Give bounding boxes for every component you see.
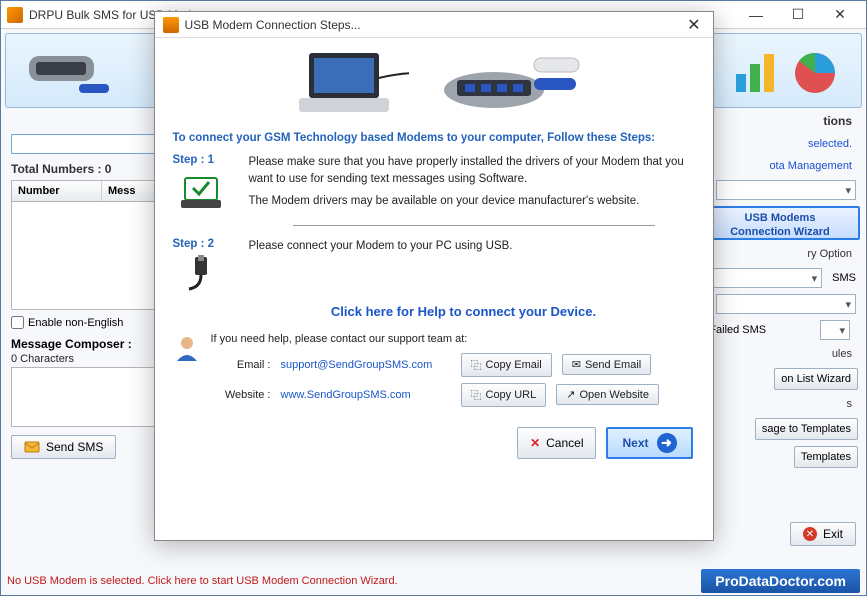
usb-wizard-button[interactable]: USB Modems Connection Wizard bbox=[700, 206, 860, 240]
email-value[interactable]: support@SendGroupSMS.com bbox=[281, 359, 451, 371]
send-sms-label: Send SMS bbox=[46, 440, 103, 454]
rules-label: ules bbox=[694, 346, 862, 362]
external-icon: ↗ bbox=[566, 388, 575, 401]
email-key: Email : bbox=[211, 359, 271, 371]
failed-dropdown[interactable] bbox=[820, 320, 850, 340]
close-button[interactable]: ✕ bbox=[828, 5, 852, 25]
website-key: Website : bbox=[211, 389, 271, 401]
templates-header: s bbox=[694, 396, 862, 412]
step2-label: Step : 2 bbox=[173, 238, 235, 250]
exit-label: Exit bbox=[823, 527, 843, 541]
support-avatar-icon bbox=[173, 333, 201, 361]
minimize-button[interactable]: — bbox=[744, 5, 768, 25]
step1-text-a: Please make sure that you have properly … bbox=[249, 154, 695, 187]
envelope-icon bbox=[24, 440, 40, 454]
support-intro: If you need help, please contact our sup… bbox=[211, 333, 695, 345]
enable-non-english-label: Enable non-English bbox=[28, 317, 123, 329]
delivery-dropdown-2[interactable] bbox=[716, 294, 856, 314]
copy-url-button[interactable]: ⿻Copy URL bbox=[461, 383, 547, 407]
connection-dialog: USB Modem Connection Steps... ✕ To conne… bbox=[154, 11, 714, 541]
copy-icon: ⿻ bbox=[471, 357, 482, 373]
delivery-dropdown[interactable] bbox=[712, 268, 822, 288]
delivery-label: ry Option bbox=[694, 246, 862, 262]
dialog-intro: To connect your GSM Technology based Mod… bbox=[173, 132, 695, 144]
step1-label: Step : 1 bbox=[173, 154, 235, 166]
next-button[interactable]: Next ➜ bbox=[606, 427, 692, 459]
options-title: tions bbox=[694, 112, 862, 130]
footer-warning[interactable]: No USB Modem is selected. Click here to … bbox=[7, 575, 701, 587]
laptop-icon bbox=[279, 43, 409, 123]
copy-email-button[interactable]: ⿻Copy Email bbox=[461, 353, 552, 377]
dialog-close-button[interactable]: ✕ bbox=[683, 15, 704, 35]
dialog-hero bbox=[155, 38, 713, 128]
usb-cable-icon bbox=[181, 255, 221, 293]
pie-chart-icon bbox=[788, 46, 843, 96]
dialog-title: USB Modem Connection Steps... bbox=[185, 18, 684, 32]
cancel-button[interactable]: ✕ Cancel bbox=[517, 427, 596, 459]
templates-button[interactable]: Templates bbox=[794, 446, 858, 468]
send-sms-button[interactable]: Send SMS bbox=[11, 435, 116, 459]
cancel-x-icon: ✕ bbox=[530, 436, 540, 450]
exit-icon: ✕ bbox=[803, 527, 817, 541]
maximize-button[interactable]: ☐ bbox=[786, 5, 810, 25]
laptop-check-icon bbox=[177, 174, 225, 214]
col-number: Number bbox=[12, 181, 102, 201]
send-email-button[interactable]: ✉Send Email bbox=[562, 354, 651, 375]
list-wizard-button[interactable]: on List Wizard bbox=[774, 368, 858, 390]
arrow-right-icon: ➜ bbox=[657, 433, 677, 453]
help-link[interactable]: Click here for Help to connect your Devi… bbox=[233, 304, 695, 319]
step2-text: Please connect your Modem to your PC usi… bbox=[249, 238, 695, 255]
website-value[interactable]: www.SendGroupSMS.com bbox=[281, 389, 451, 401]
modem-icon bbox=[24, 46, 114, 96]
app-icon bbox=[7, 7, 23, 23]
next-label: Next bbox=[622, 436, 648, 450]
quota-dropdown[interactable] bbox=[716, 180, 856, 200]
step1-text-b: The Modem drivers may be available on yo… bbox=[249, 193, 695, 210]
dialog-icon bbox=[163, 17, 179, 33]
cancel-label: Cancel bbox=[546, 436, 583, 450]
usb-hub-icon bbox=[439, 48, 589, 118]
msg-templates-button[interactable]: sage to Templates bbox=[755, 418, 858, 440]
brand-badge: ProDataDoctor.com bbox=[701, 569, 860, 593]
sms-suffix: SMS bbox=[832, 272, 856, 284]
enable-non-english-checkbox[interactable] bbox=[11, 316, 24, 329]
copy-icon: ⿻ bbox=[471, 387, 482, 403]
divider bbox=[293, 225, 655, 226]
bar-chart-icon bbox=[732, 46, 782, 96]
quota-link[interactable]: ota Management bbox=[694, 158, 862, 174]
exit-button[interactable]: ✕ Exit bbox=[790, 522, 856, 546]
selected-text: selected. bbox=[694, 136, 862, 152]
mail-icon: ✉ bbox=[572, 358, 581, 371]
open-website-button[interactable]: ↗Open Website bbox=[556, 384, 659, 405]
